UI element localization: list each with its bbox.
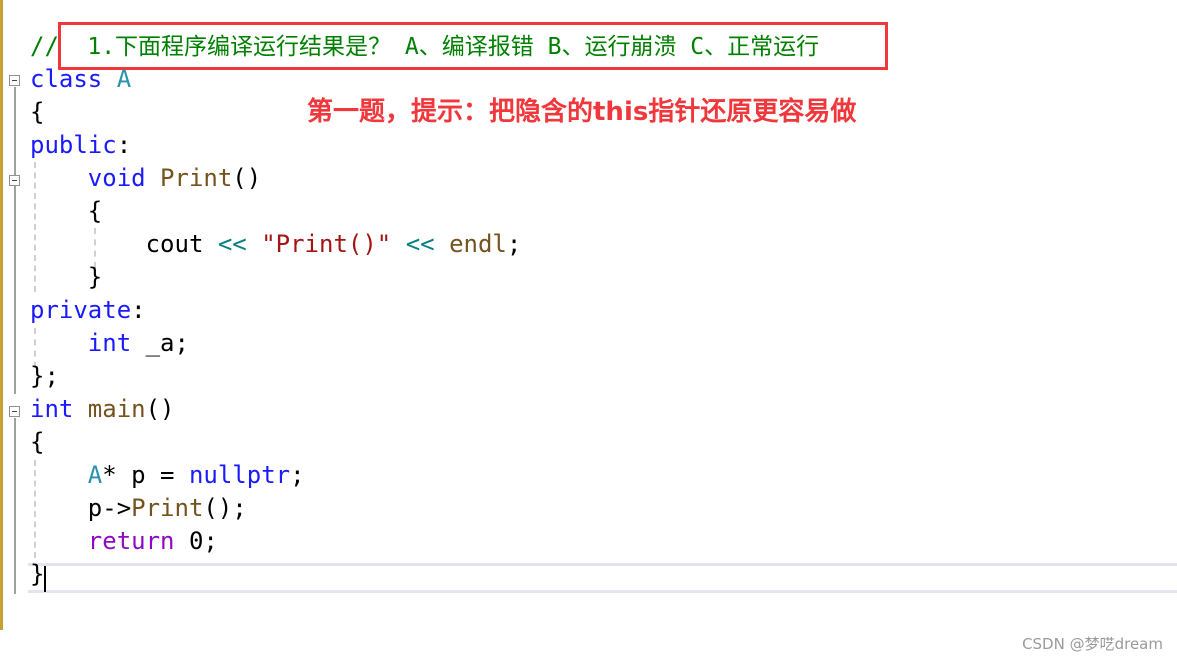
code-token: : [116, 131, 132, 159]
code-token: << [405, 230, 435, 258]
code-line[interactable]: int _a; [30, 327, 189, 360]
code-line[interactable]: cout << "Print()" << endl; [30, 228, 522, 261]
code-token: void [87, 164, 161, 192]
code-line[interactable]: public: [30, 129, 131, 162]
collapse-main-icon[interactable] [9, 406, 20, 417]
code-line[interactable]: private: [30, 294, 146, 327]
code-token: << [217, 230, 247, 258]
code-token: main [87, 395, 146, 423]
fold-guide [14, 418, 16, 594]
code-token: endl [449, 230, 507, 258]
collapse-class-icon[interactable] [9, 75, 20, 86]
code-token: (); [203, 494, 247, 522]
code-token: } [30, 560, 45, 588]
code-token: : [131, 296, 146, 324]
code-token: Print [131, 494, 204, 522]
code-line[interactable]: { [30, 96, 44, 129]
code-line[interactable]: p->Print(); [30, 492, 247, 525]
code-token: public [30, 131, 117, 159]
code-line[interactable]: void Print() [30, 162, 261, 195]
collapse-print-icon[interactable] [9, 175, 20, 186]
watermark: CSDN @梦呓dream [1022, 635, 1163, 653]
code-token: Print [160, 164, 233, 192]
code-token: * p = [102, 461, 189, 489]
code-token: { [30, 428, 45, 456]
code-line[interactable]: }; [30, 360, 59, 393]
current-line-highlight [28, 563, 1177, 593]
code-token: A [87, 461, 103, 489]
code-line[interactable]: } [30, 261, 102, 294]
code-token: }; [30, 362, 59, 390]
code-token: int [30, 395, 88, 423]
code-token: ; [290, 461, 305, 489]
code-line[interactable]: { [30, 195, 102, 228]
code-line[interactable]: return 0; [30, 525, 218, 558]
code-token: _a; [145, 329, 189, 357]
editor-margin-bar [0, 0, 3, 630]
code-token: int [87, 329, 146, 357]
code-line[interactable]: A* p = nullptr; [30, 459, 305, 492]
code-line[interactable]: { [30, 426, 44, 459]
code-token: ; [506, 230, 522, 258]
code-token: () [232, 164, 262, 192]
code-line[interactable]: int main() [30, 393, 175, 426]
hint-annotation: 第一题，提示：把隐含的this指针还原更容易做 [307, 97, 857, 127]
fold-guide [14, 87, 16, 394]
code-token: } [30, 263, 103, 291]
text-caret [44, 566, 46, 592]
code-token: cout [30, 230, 218, 258]
question-highlight-box [58, 22, 888, 70]
code-token: { [30, 197, 103, 225]
code-token: nullptr [188, 461, 291, 489]
code-line[interactable]: } [30, 558, 44, 591]
code-token: 0; [188, 527, 218, 555]
code-token: "Print()" [261, 230, 392, 258]
code-token: p-> [30, 494, 132, 522]
code-token: { [30, 98, 45, 126]
code-token: return [87, 527, 189, 555]
code-token: () [145, 395, 175, 423]
code-token: private [30, 296, 132, 324]
